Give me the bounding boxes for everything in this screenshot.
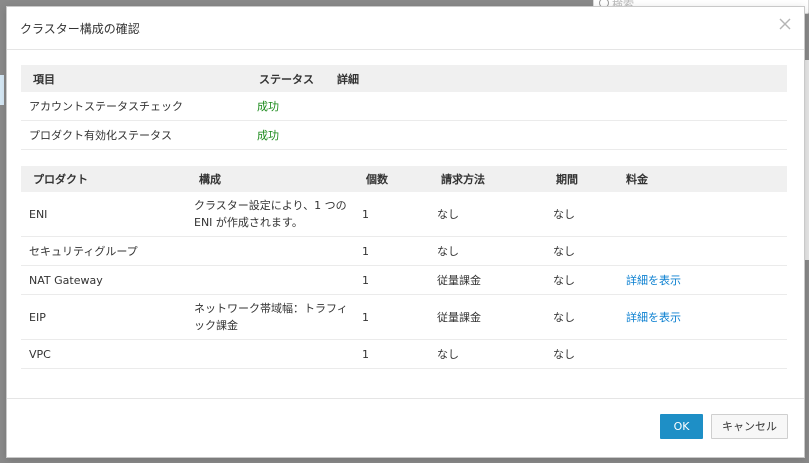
cluster-config-dialog: クラスター構成の確認 項目 ステータス 詳細 アカウントステータスチェック 成功 bbox=[6, 6, 805, 458]
product-name: セキュリティグループ bbox=[21, 236, 192, 266]
table-row: ENI クラスター設定により、1 つの ENI が作成されます。 1 なし なし bbox=[21, 192, 787, 237]
product-name: EIP bbox=[21, 294, 192, 340]
background-panel-edge bbox=[805, 60, 809, 260]
dialog-header: クラスター構成の確認 bbox=[7, 7, 804, 50]
product-name: ENI bbox=[21, 192, 192, 237]
cancel-button[interactable]: キャンセル bbox=[711, 414, 788, 439]
product-name: NAT Gateway bbox=[21, 265, 192, 295]
header-count: 個数 bbox=[360, 166, 435, 192]
product-billing: なし bbox=[435, 339, 550, 369]
ok-button[interactable]: OK bbox=[660, 414, 703, 439]
status-detail bbox=[337, 120, 787, 150]
product-config: ネットワーク帯域幅：トラフィック課金 bbox=[192, 294, 360, 340]
product-count: 1 bbox=[360, 236, 435, 266]
product-fee bbox=[626, 192, 787, 237]
status-item: プロダクト有効化ステータス bbox=[21, 120, 257, 150]
header-status: ステータス bbox=[257, 65, 337, 92]
product-config bbox=[192, 236, 360, 266]
product-billing: 従量課金 bbox=[435, 265, 550, 295]
product-period: なし bbox=[550, 236, 626, 266]
view-details-link[interactable]: 詳細を表示 bbox=[626, 274, 681, 287]
table-row: NAT Gateway 1 従量課金 なし 詳細を表示 bbox=[21, 265, 787, 295]
status-value: 成功 bbox=[257, 120, 337, 150]
status-detail bbox=[337, 92, 787, 121]
config-text: クラスター設定により、1 つの ENI が作成されます。 bbox=[194, 199, 347, 229]
product-period: なし bbox=[550, 294, 626, 340]
product-period: なし bbox=[550, 192, 626, 237]
product-period: なし bbox=[550, 339, 626, 369]
product-count: 1 bbox=[360, 294, 435, 340]
header-config: 構成 bbox=[192, 166, 360, 192]
table-row: アカウントステータスチェック 成功 bbox=[21, 92, 787, 121]
product-count: 1 bbox=[360, 339, 435, 369]
table-row: EIP ネットワーク帯域幅：トラフィック課金 1 従量課金 なし 詳細を表示 bbox=[21, 294, 787, 340]
header-item: 項目 bbox=[21, 65, 257, 92]
table-row: セキュリティグループ 1 なし なし bbox=[21, 236, 787, 266]
product-billing: 従量課金 bbox=[435, 294, 550, 340]
product-fee bbox=[626, 339, 787, 369]
product-fee: 詳細を表示 bbox=[626, 265, 787, 295]
header-product: プロダクト bbox=[21, 166, 192, 192]
product-period: なし bbox=[550, 265, 626, 295]
header-period: 期間 bbox=[550, 166, 626, 192]
product-config bbox=[192, 339, 360, 369]
status-value: 成功 bbox=[257, 92, 337, 121]
dialog-footer: OK キャンセル bbox=[7, 398, 804, 457]
product-name: VPC bbox=[21, 339, 192, 369]
header-billing: 請求方法 bbox=[435, 166, 550, 192]
product-count: 1 bbox=[360, 265, 435, 295]
product-table-header: プロダクト 構成 個数 請求方法 期間 料金 bbox=[21, 166, 787, 192]
config-text: ネットワーク帯域幅：トラフィック課金 bbox=[194, 302, 348, 332]
table-row: VPC 1 なし なし bbox=[21, 339, 787, 369]
product-billing: なし bbox=[435, 192, 550, 237]
product-config: クラスター設定により、1 つの ENI が作成されます。 bbox=[192, 192, 360, 237]
header-detail: 詳細 bbox=[337, 65, 787, 92]
product-fee bbox=[626, 236, 787, 266]
dialog-title: クラスター構成の確認 bbox=[20, 22, 140, 36]
table-row: プロダクト有効化ステータス 成功 bbox=[21, 120, 787, 150]
product-table: プロダクト 構成 個数 請求方法 期間 料金 ENI クラスター設定により、1 … bbox=[21, 166, 787, 369]
background-panel-edge-left bbox=[0, 75, 4, 105]
product-config bbox=[192, 265, 360, 295]
status-check-table: 項目 ステータス 詳細 アカウントステータスチェック 成功 プロダクト有効化ステ… bbox=[21, 65, 787, 150]
product-count: 1 bbox=[360, 192, 435, 237]
close-icon[interactable] bbox=[778, 17, 792, 31]
header-fee: 料金 bbox=[626, 166, 787, 192]
status-table-header: 項目 ステータス 詳細 bbox=[21, 65, 787, 92]
status-item: アカウントステータスチェック bbox=[21, 92, 257, 121]
product-billing: なし bbox=[435, 236, 550, 266]
product-fee: 詳細を表示 bbox=[626, 294, 787, 340]
view-details-link[interactable]: 詳細を表示 bbox=[626, 311, 681, 324]
